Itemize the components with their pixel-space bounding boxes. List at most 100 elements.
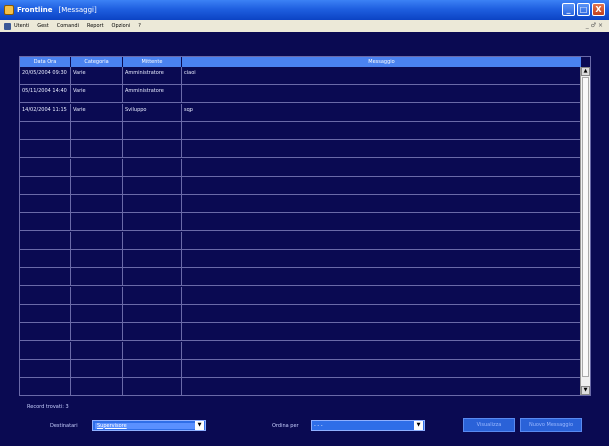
menu-item-opzioni[interactable]: Opzioni — [112, 23, 131, 29]
cell-category — [71, 359, 123, 377]
sort-select[interactable]: - - - ▼ — [311, 420, 425, 431]
vertical-scrollbar[interactable]: ▲ ▼ — [580, 67, 590, 395]
scroll-down-arrow-icon[interactable]: ▼ — [581, 386, 590, 395]
table-row[interactable] — [20, 121, 581, 140]
view-button[interactable]: Visualizza — [463, 418, 515, 432]
window-subtitle: [Messaggi] — [58, 6, 97, 14]
cell-category — [71, 268, 123, 286]
table-row[interactable] — [20, 176, 581, 195]
column-header-message[interactable]: Messaggio — [182, 57, 581, 67]
window-title: Frontline — [17, 6, 53, 14]
menu-item-gest[interactable]: Gest — [37, 23, 49, 29]
cell-sender — [123, 140, 182, 158]
menu-bar: Utenti Gest Comandi Report Opzioni ? _ ♂… — [0, 20, 609, 32]
grid-header: Data Ora Categoria Mittente Messaggio — [20, 57, 581, 67]
cell-category — [71, 250, 123, 267]
column-header-sender[interactable]: Mittente — [123, 57, 182, 67]
table-row[interactable] — [20, 359, 581, 378]
cell-date — [20, 359, 71, 377]
cell-message — [182, 287, 581, 304]
table-row[interactable] — [20, 323, 581, 342]
chevron-down-icon[interactable]: ▼ — [195, 421, 204, 430]
cell-category: Varie — [71, 67, 123, 84]
cell-date: 05/11/2004 14:40 — [20, 85, 71, 103]
cell-sender — [123, 231, 182, 249]
table-row[interactable] — [20, 286, 581, 305]
cell-sender — [123, 268, 182, 286]
recipients-label: Destinatari — [50, 423, 78, 429]
cell-category — [71, 341, 123, 359]
mdi-window-controls[interactable]: _ ♂ × — [586, 22, 603, 29]
chevron-down-icon[interactable]: ▼ — [414, 421, 423, 430]
cell-sender — [123, 359, 182, 377]
table-row[interactable] — [20, 140, 581, 159]
cell-date — [20, 250, 71, 267]
cell-message — [182, 268, 581, 285]
cell-message — [182, 140, 581, 157]
table-row[interactable] — [20, 341, 581, 360]
table-row[interactable] — [20, 250, 581, 268]
cell-category: Varie — [71, 103, 123, 121]
table-row[interactable] — [20, 195, 581, 214]
menu-item-comandi[interactable]: Comandi — [57, 23, 79, 29]
cell-date: 20/05/2004 09:30 — [20, 67, 71, 84]
cell-category — [71, 140, 123, 158]
scroll-thumb[interactable] — [582, 77, 589, 377]
cell-date — [20, 121, 71, 139]
cell-category: Varie — [71, 85, 123, 103]
cell-message — [182, 213, 581, 230]
cell-sender — [123, 213, 182, 231]
close-button[interactable]: X — [592, 3, 605, 16]
minimize-button[interactable]: _ — [562, 3, 575, 16]
cell-date — [20, 268, 71, 286]
cell-message — [182, 159, 581, 176]
scroll-up-arrow-icon[interactable]: ▲ — [581, 67, 590, 76]
cell-category — [71, 213, 123, 231]
table-row[interactable]: 14/02/2004 11:15 Varie Sviluppo sqp — [20, 103, 581, 122]
new-message-button[interactable]: Nuovo Messaggio — [520, 418, 582, 432]
cell-message — [182, 305, 581, 322]
menu-item-help[interactable]: ? — [138, 23, 141, 29]
column-header-date[interactable]: Data Ora — [20, 57, 71, 67]
table-row[interactable] — [20, 268, 581, 287]
record-count: Record trovati: 3 — [27, 404, 69, 410]
cell-sender: Sviluppo — [123, 103, 182, 121]
app-icon — [4, 5, 14, 15]
table-row[interactable] — [20, 304, 581, 323]
cell-message — [182, 195, 581, 212]
table-row[interactable] — [20, 378, 581, 397]
cell-date — [20, 158, 71, 176]
cell-date — [20, 378, 71, 396]
cell-sender — [123, 176, 182, 194]
table-row[interactable] — [20, 231, 581, 250]
cell-date — [20, 231, 71, 249]
maximize-button[interactable]: □ — [577, 3, 590, 16]
cell-message — [182, 177, 581, 194]
cell-message: sqp — [184, 106, 193, 113]
cell-date — [20, 323, 71, 341]
cell-sender: Amministratore — [123, 85, 182, 103]
messages-grid: Data Ora Categoria Mittente Messaggio 20… — [19, 56, 591, 397]
cell-date: 14/02/2004 11:15 — [20, 103, 71, 121]
menu-item-report[interactable]: Report — [87, 23, 104, 29]
cell-sender — [123, 286, 182, 304]
table-row[interactable] — [20, 213, 581, 232]
recipients-value: Supervisore — [95, 422, 195, 429]
cell-sender — [123, 341, 182, 359]
cell-category — [71, 378, 123, 396]
cell-sender — [123, 304, 182, 322]
title-bar: Frontline [Messaggi] _ □ X — [0, 0, 609, 20]
table-row[interactable]: 20/05/2004 09:30 Varie Amministratore ciaoi — [20, 67, 581, 85]
cell-message — [182, 342, 581, 359]
table-row[interactable]: 05/11/2004 14:40 Varie Amministratore — [20, 85, 581, 104]
column-header-category[interactable]: Categoria — [71, 57, 123, 67]
recipients-select[interactable]: Supervisore ▼ — [92, 420, 206, 431]
cell-category — [71, 304, 123, 322]
table-row[interactable] — [20, 158, 581, 177]
menu-app-icon — [4, 22, 11, 30]
cell-sender — [123, 323, 182, 341]
cell-sender — [123, 378, 182, 396]
cell-date — [20, 195, 71, 213]
menu-item-utenti[interactable]: Utenti — [14, 23, 29, 29]
cell-date — [20, 176, 71, 194]
